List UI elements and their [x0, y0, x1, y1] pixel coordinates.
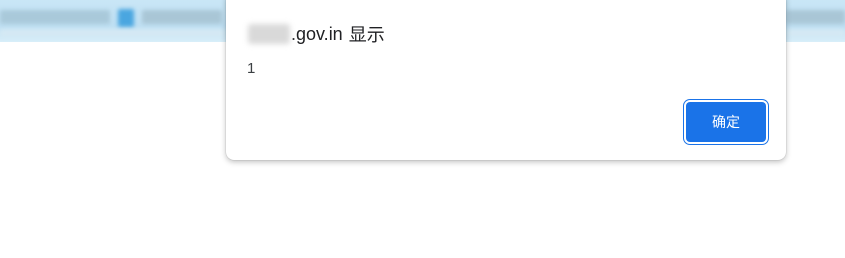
blurred-content [786, 30, 845, 36]
browser-viewport: .gov.in 显示 1 确定 [0, 0, 845, 258]
blurred-content [142, 10, 222, 24]
blurred-content [0, 30, 225, 36]
ok-button[interactable]: 确定 [686, 102, 766, 142]
dialog-message: 1 [247, 60, 256, 77]
blurred-content [0, 10, 110, 24]
dialog-shows-label: 显示 [348, 25, 385, 45]
dialog-origin: .gov.in [291, 23, 343, 44]
alert-dialog: .gov.in 显示 1 确定 [226, 0, 786, 160]
blurred-content [786, 10, 845, 24]
redacted-domain [248, 24, 290, 44]
blurred-content [118, 9, 134, 27]
dialog-title: .gov.in 显示 [248, 22, 385, 46]
